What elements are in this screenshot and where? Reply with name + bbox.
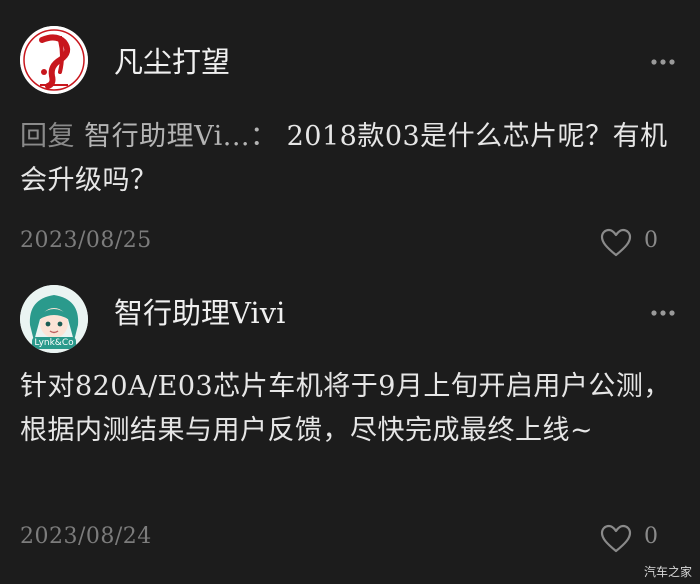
reply-prefix: 回复	[20, 121, 75, 152]
watermark: 汽车之家	[643, 565, 692, 579]
heart-outline-icon[interactable]	[600, 228, 632, 258]
comment-item: Lynk&Co 智行助理Vivi 针对820A/E03芯片车机将于9月上旬开启用…	[0, 275, 700, 584]
more-dots-icon[interactable]	[650, 309, 676, 317]
comment-date: 2023/08/25	[20, 228, 152, 253]
comment-text: 针对820A/E03芯片车机将于9月上旬开启用户公测，根据内测结果与用户反馈，尽…	[20, 371, 671, 446]
avatar[interactable]: Lynk&Co	[20, 285, 88, 353]
reply-target-link[interactable]: 智行助理Vi...：	[84, 121, 277, 152]
like-count: 0	[644, 524, 658, 549]
more-dots-icon[interactable]	[650, 58, 676, 66]
heart-outline-icon[interactable]	[600, 524, 632, 554]
avatar-label: Lynk&Co	[34, 338, 74, 348]
username[interactable]: 智行助理Vivi	[114, 293, 285, 333]
calligraphy-logo-icon	[20, 26, 88, 94]
avatar[interactable]	[20, 26, 88, 94]
comment-item: 凡尘打望 回复 智行助理Vi...： 2018款03是什么芯片呢？有机会升级吗？…	[0, 0, 700, 275]
comment-text-container: 回复 智行助理Vi...： 2018款03是什么芯片呢？有机会升级吗？	[20, 115, 682, 203]
comment-date: 2023/08/24	[20, 524, 152, 549]
username[interactable]: 凡尘打望	[114, 42, 230, 82]
like-count: 0	[644, 228, 658, 253]
